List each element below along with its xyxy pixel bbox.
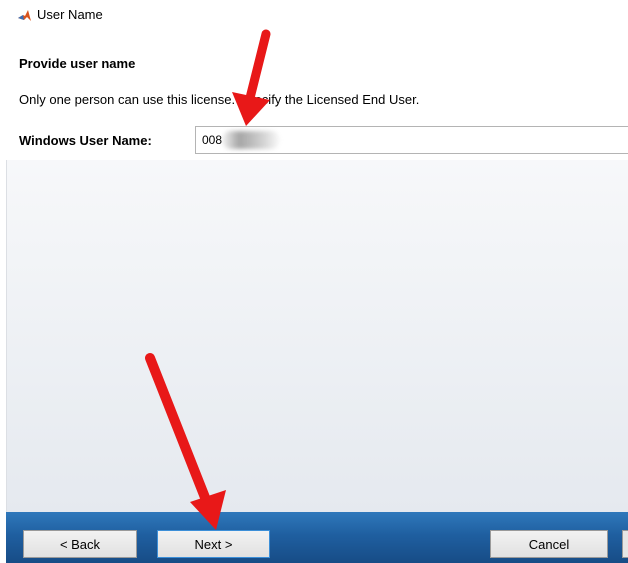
installer-window: User Name Provide user name Only one per… bbox=[0, 0, 628, 563]
title-bar: User Name bbox=[0, 0, 628, 40]
windows-user-name-label: Windows User Name: bbox=[19, 133, 152, 148]
back-button[interactable]: < Back bbox=[23, 530, 137, 558]
next-button[interactable]: Next > bbox=[157, 530, 270, 558]
cancel-button[interactable]: Cancel bbox=[490, 530, 608, 558]
page-heading: Provide user name bbox=[19, 56, 136, 71]
redaction-blur bbox=[222, 131, 280, 149]
window-title: User Name bbox=[37, 7, 103, 22]
arrow-to-user-name-field bbox=[232, 29, 271, 126]
help-button-partial[interactable] bbox=[622, 530, 628, 558]
page-description: Only one person can use this license. Sp… bbox=[19, 92, 420, 107]
content-area bbox=[6, 160, 628, 512]
matlab-logo-icon bbox=[18, 10, 31, 21]
